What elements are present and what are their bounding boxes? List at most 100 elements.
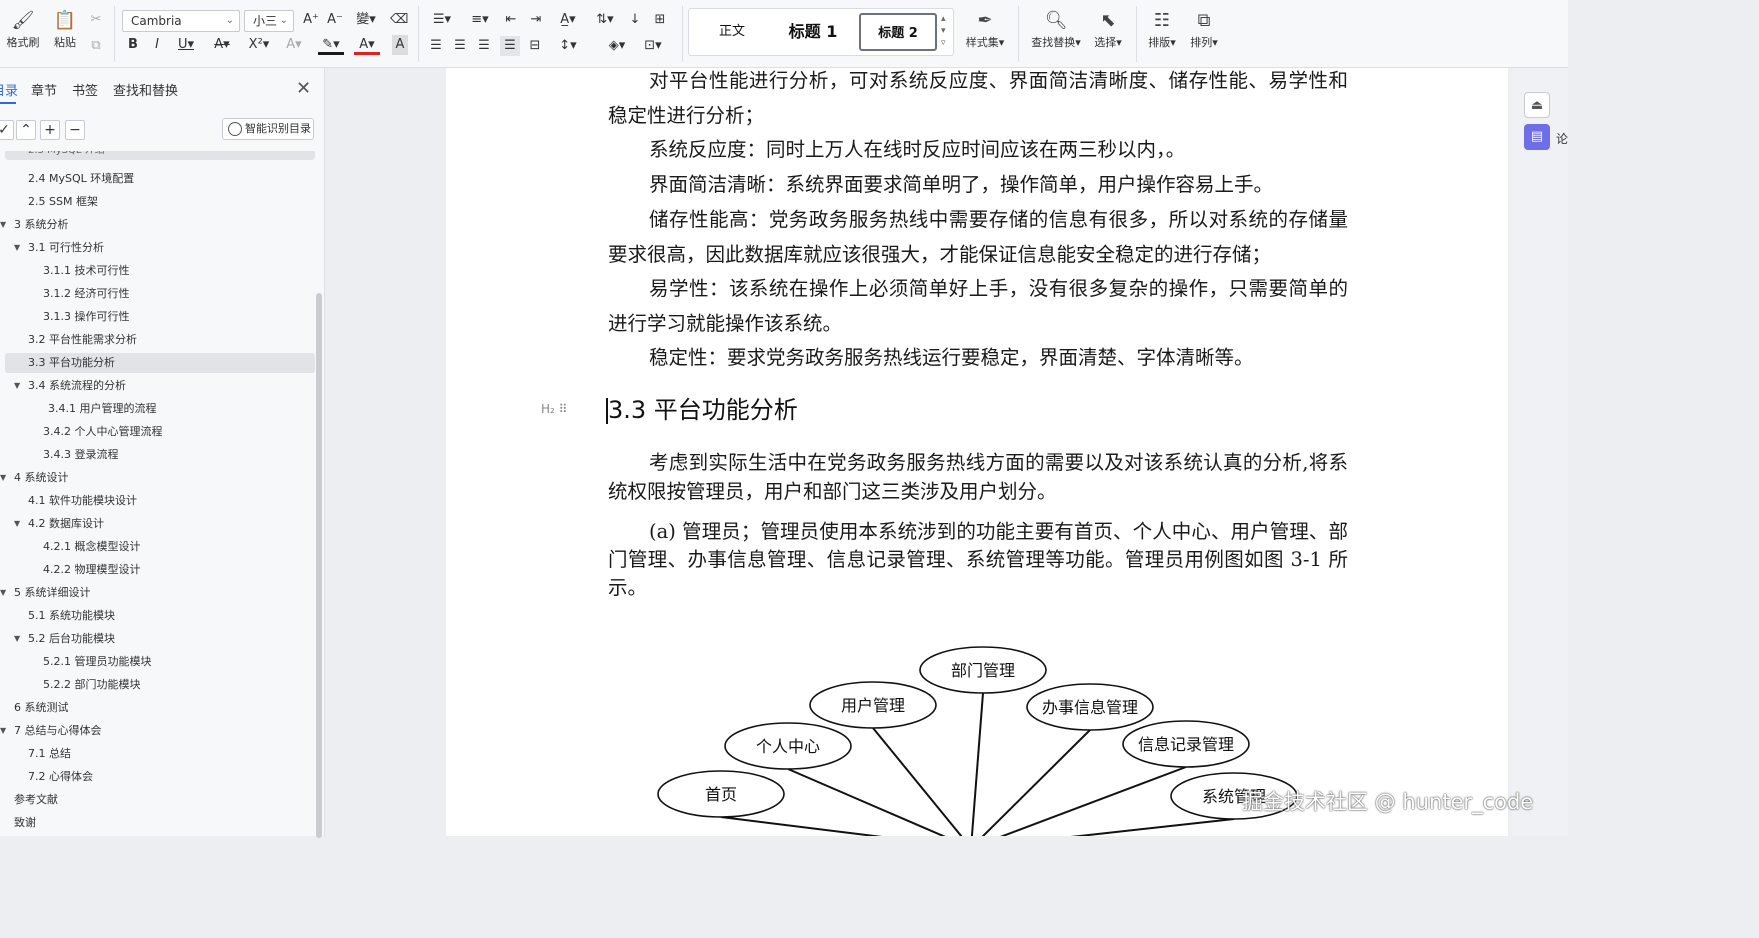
style-heading-2[interactable]: 标题 2 [859, 13, 937, 51]
tab-find-replace[interactable]: 查找和替换 [113, 80, 178, 99]
sort-az-icon[interactable]: ↓ [626, 10, 644, 30]
expand-triangle-icon[interactable]: ▼ [14, 238, 20, 258]
toc-item[interactable]: ▼ 4 系统设计 [0, 468, 69, 488]
justify-icon[interactable]: ☰ [500, 36, 520, 56]
toc-item[interactable]: 5.1 系统功能模块 [28, 606, 115, 626]
font-size-select[interactable]: 小三 ⌄ [244, 10, 294, 32]
grow-font-icon[interactable]: A⁺ [302, 10, 320, 30]
border-icon[interactable]: ⊡▾ [640, 36, 666, 56]
align-left-icon[interactable]: ☰ [428, 36, 444, 56]
toc-item[interactable]: 3.3 平台功能分析 [28, 353, 115, 373]
paste-button[interactable]: 📋 粘贴 [44, 8, 86, 58]
toc-item[interactable]: 3.4.2 个人中心管理流程 [43, 422, 163, 442]
toc-item[interactable]: ▼ 7 总结与心得体会 [0, 721, 102, 741]
toc-item[interactable]: 3.4.3 登录流程 [43, 445, 119, 465]
expand-triangle-icon[interactable]: ▼ [0, 215, 6, 235]
increase-indent-icon[interactable]: ⇥ [527, 10, 545, 30]
gallery-scroll-icon[interactable]: ▴ ▾ ▿ [941, 13, 946, 49]
add-icon[interactable]: + [40, 120, 60, 140]
toc-item[interactable]: 3.1.3 操作可行性 [43, 307, 130, 327]
toc-item[interactable]: 6 系统测试 [14, 698, 69, 718]
cut-icon[interactable]: ✂ [86, 10, 106, 30]
shading-icon[interactable]: ◈▾ [604, 36, 630, 56]
arrange-button[interactable]: ⧉ 排列▾ [1184, 8, 1224, 58]
toc-item[interactable]: 5.2.1 管理员功能模块 [43, 652, 152, 672]
document-page[interactable]: 对平台性能进行分析，可对系统反应度、界面简洁清晰度、储存性能、易学性和稳定性进行… [446, 68, 1508, 836]
line-spacing-icon[interactable]: ↕▾ [554, 36, 582, 56]
toc-item[interactable]: 7.1 总结 [28, 744, 71, 764]
toc-item[interactable]: 5.2.2 部门功能模块 [43, 675, 141, 695]
ai-toc-button[interactable]: 智能识别目录 [222, 118, 314, 140]
expand-triangle-icon[interactable]: ▼ [14, 514, 20, 534]
toc-item[interactable]: 参考文献 [14, 790, 58, 810]
underline-button[interactable]: U▾ [174, 35, 198, 55]
toc-item[interactable]: ▼ 3 系统分析 [0, 215, 69, 235]
find-replace-button[interactable]: 🔍︎ 查找替换▾ [1028, 8, 1084, 58]
toc-item[interactable]: ▼ 5.2 后台功能模块 [14, 629, 115, 649]
text-direction-icon[interactable]: A̲▾ [554, 10, 582, 30]
toc-item[interactable]: 2.5 SSM 框架 [28, 192, 98, 212]
style-normal[interactable]: 正文 [697, 13, 767, 51]
align-right-icon[interactable]: ☰ [476, 36, 492, 56]
bullet-list-icon[interactable]: ☰▾ [428, 10, 456, 30]
toc-item[interactable]: 3.1.1 技术可行性 [43, 261, 130, 281]
font-name-select[interactable]: Cambria ⌄ [122, 10, 240, 32]
show-marks-icon[interactable]: ⊞ [650, 10, 670, 30]
expand-triangle-icon[interactable]: ▼ [0, 583, 6, 603]
up-icon[interactable]: ⌃ [16, 120, 36, 140]
collapse-icon[interactable]: ✓ [0, 120, 14, 140]
tab-bookmarks[interactable]: 书签 [72, 80, 98, 99]
search-icon: 🔍︎ [1044, 10, 1068, 31]
tab-chapters[interactable]: 章节 [31, 80, 57, 99]
expand-triangle-icon[interactable]: ▼ [0, 468, 6, 488]
expand-triangle-icon[interactable]: ▼ [14, 376, 20, 396]
expand-triangle-icon[interactable]: ▼ [14, 629, 20, 649]
select-button[interactable]: ⬉ 选择▾ [1088, 8, 1128, 58]
style-set-button[interactable]: ✒ 样式集▾ [962, 8, 1008, 58]
toc-item[interactable]: 3.1.2 经济可行性 [43, 284, 130, 304]
tab-toc[interactable]: 目录 [0, 80, 18, 99]
decrease-indent-icon[interactable]: ⇤ [502, 10, 520, 30]
document-area[interactable]: 对平台性能进行分析，可对系统反应度、界面简洁清晰度、储存性能、易学性和稳定性进行… [326, 68, 1512, 836]
toc-item[interactable]: 4.2.2 物理模型设计 [43, 560, 141, 580]
expand-triangle-icon[interactable]: ▼ [0, 721, 6, 741]
superscript-button[interactable]: X²▾ [246, 35, 272, 55]
font-color-button[interactable]: A▾ [354, 35, 380, 55]
format-painter-button[interactable]: 🖌 格式刷 [2, 8, 44, 58]
toc-item[interactable]: 3.2 平台性能需求分析 [28, 330, 137, 350]
phonetic-icon[interactable]: 變▾ [352, 10, 380, 30]
strikethrough-button[interactable]: A▾ [210, 35, 234, 55]
toc-scrollbar[interactable] [316, 293, 322, 838]
align-center-icon[interactable]: ☰ [452, 36, 468, 56]
copy-icon[interactable]: ⧉ [86, 36, 106, 56]
clear-format-icon[interactable]: ⌫ [390, 10, 408, 30]
text-effect-icon[interactable]: A▾ [282, 35, 306, 55]
toc-item[interactable]: ▼ 3.1 可行性分析 [14, 238, 104, 258]
style-heading-1[interactable]: 标题 1 [775, 13, 851, 51]
numbered-list-icon[interactable]: ≡▾ [466, 10, 494, 30]
toc-item[interactable]: 致谢 [14, 813, 36, 833]
remove-icon[interactable]: − [65, 120, 85, 140]
toc-item[interactable]: ▼ 4.2 数据库设计 [14, 514, 104, 534]
toc-item-label: 7.1 总结 [28, 747, 71, 760]
toc-item[interactable]: 2.3 MySQL 介绍 [28, 151, 105, 166]
toc-item[interactable]: ▼ 5 系统详细设计 [0, 583, 91, 603]
collapse-panel-icon[interactable]: ⏏ [1524, 92, 1550, 118]
toc-item[interactable]: 3.4.1 用户管理的流程 [48, 399, 157, 419]
toc-item[interactable]: 2.4 MySQL 环境配置 [28, 169, 134, 189]
layout-button[interactable]: ☷ 排版▾ [1142, 8, 1182, 58]
distribute-icon[interactable]: ⊟ [526, 36, 544, 56]
toc-item[interactable]: ▼ 3.4 系统流程的分析 [14, 376, 126, 396]
paper-assist-icon[interactable]: ▤ [1524, 124, 1550, 150]
sort-icon[interactable]: ⇅▾ [592, 10, 618, 30]
shrink-font-icon[interactable]: A⁻ [326, 10, 344, 30]
char-shading-button[interactable]: A [392, 35, 408, 55]
highlight-color-button[interactable]: ✎▾ [318, 35, 344, 55]
close-icon[interactable]: ✕ [296, 78, 311, 99]
toc-item[interactable]: 7.2 心得体会 [28, 767, 93, 787]
toc-item[interactable]: 4.1 软件功能模块设计 [28, 491, 137, 511]
heading-level-marker[interactable]: H₂ ⠿ [541, 402, 567, 416]
italic-button[interactable]: I [150, 35, 164, 55]
toc-item[interactable]: 4.2.1 概念模型设计 [43, 537, 141, 557]
bold-button[interactable]: B [126, 35, 140, 55]
